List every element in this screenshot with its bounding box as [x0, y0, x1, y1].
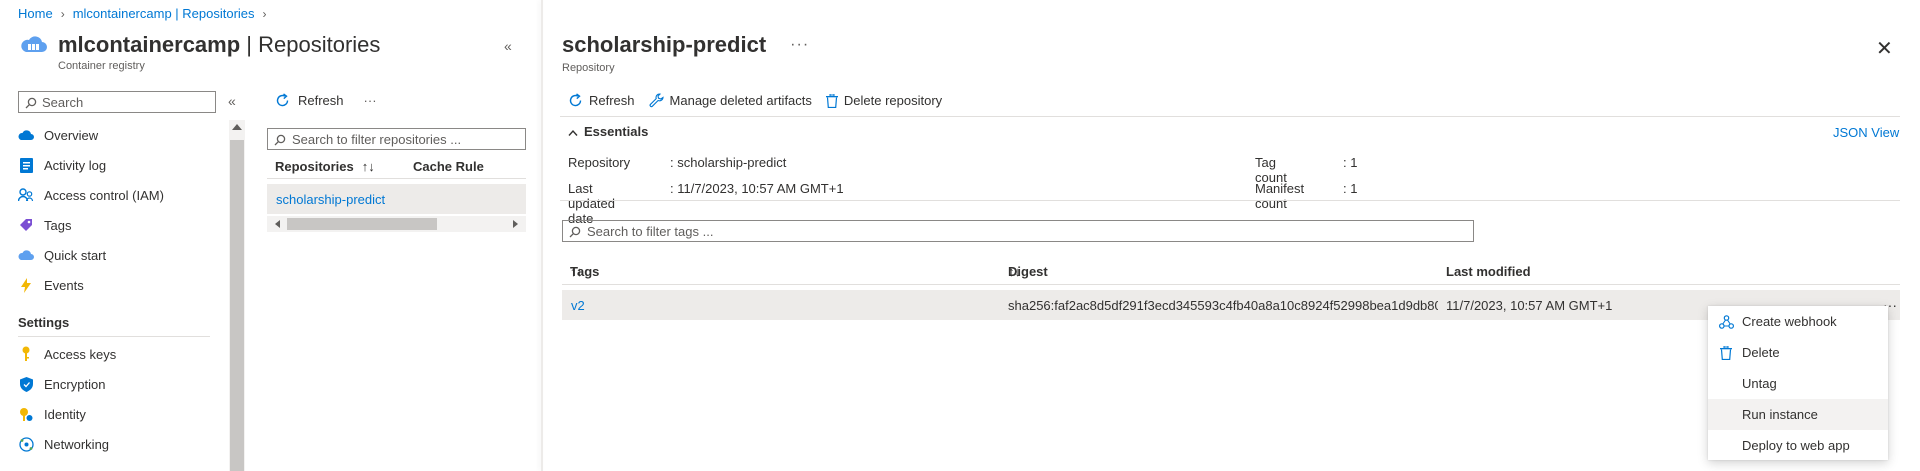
- tags-table-header: Tags ↑↓ Digest ↑↓ Last modified: [570, 264, 1531, 279]
- scrollbar-thumb[interactable]: [230, 140, 244, 471]
- collapse-blade-button[interactable]: «: [504, 38, 512, 54]
- menu-item-access-keys[interactable]: Access keys: [18, 342, 116, 366]
- table-row[interactable]: scholarship-predict: [267, 184, 526, 214]
- menu-item-overview[interactable]: Overview: [18, 123, 98, 147]
- divider: [560, 116, 1900, 117]
- repositories-table-header: Repositories ↑↓ Cache Rule: [275, 159, 484, 174]
- left-blade-header: mlcontainercamp | Repositories Container…: [18, 32, 380, 72]
- repository-subtitle: Repository: [562, 62, 615, 74]
- lightning-icon: [18, 277, 34, 293]
- menu-item-delete[interactable]: Delete: [1708, 337, 1888, 368]
- tag-context-menu: Create webhook Delete Untag Run instance…: [1708, 306, 1888, 460]
- collapse-menu-button[interactable]: «: [228, 93, 236, 109]
- page-subtitle: Container registry: [58, 60, 145, 72]
- menu-search-input[interactable]: Search: [18, 91, 216, 113]
- repository-filter-input[interactable]: Search to filter repositories ...: [267, 128, 526, 150]
- refresh-button[interactable]: Refresh: [568, 92, 635, 108]
- quickstart-icon: [18, 247, 34, 263]
- menu-search-placeholder: Search: [42, 94, 84, 110]
- divider: [562, 284, 1900, 285]
- repository-filter-placeholder: Search to filter repositories ...: [292, 131, 462, 147]
- search-icon: [25, 95, 37, 110]
- page-title: mlcontainercamp | Repositories: [58, 32, 381, 57]
- refresh-icon: [568, 92, 583, 108]
- settings-section-heading: Settings: [18, 315, 70, 330]
- menu-item-deploy-to-web-app[interactable]: Deploy to web app: [1708, 430, 1888, 461]
- trash-icon: [825, 92, 838, 108]
- network-icon: [18, 436, 34, 452]
- menu-item-events[interactable]: Events: [18, 273, 84, 297]
- menu-item-access-control[interactable]: Access control (IAM): [18, 183, 164, 207]
- horizontal-scrollbar[interactable]: [267, 216, 526, 232]
- menu-item-activity-log[interactable]: Activity log: [18, 153, 106, 177]
- last-modified-cell: 11/7/2023, 10:57 AM GMT+1: [1446, 298, 1613, 313]
- scroll-up-icon[interactable]: [232, 124, 242, 130]
- digest-cell: sha256:faf2ac8d5df291f3ecd345593c4fb40a8…: [1008, 298, 1438, 313]
- sort-icon[interactable]: ↑↓: [570, 264, 583, 279]
- essentials-toggle[interactable]: Essentials: [568, 124, 648, 139]
- delete-repository-button[interactable]: Delete repository: [825, 92, 942, 108]
- chevron-right-icon: ›: [60, 6, 65, 21]
- search-icon: [569, 224, 581, 239]
- wrench-icon: [649, 92, 664, 108]
- divider: [267, 178, 526, 179]
- menu-item-untag[interactable]: Untag: [1708, 368, 1888, 399]
- more-options-button[interactable]: ···: [790, 36, 809, 54]
- people-icon: [18, 187, 34, 203]
- menu-item-run-instance[interactable]: Run instance: [1708, 399, 1888, 430]
- tag-link[interactable]: v2: [571, 298, 585, 313]
- column-header-cache-rule[interactable]: Cache Rule: [413, 159, 484, 174]
- breadcrumb-home-link[interactable]: Home: [18, 6, 53, 21]
- key-icon: [18, 346, 34, 362]
- webhook-icon: [1718, 314, 1734, 329]
- divider: [560, 200, 1900, 201]
- scroll-left-icon[interactable]: [275, 220, 280, 228]
- shield-icon: [18, 376, 34, 392]
- chevron-right-icon: ›: [262, 6, 267, 21]
- breadcrumb: Home › mlcontainercamp | Repositories ›: [18, 6, 267, 21]
- search-icon: [274, 132, 286, 147]
- blade-divider: [541, 0, 543, 471]
- column-header-repositories[interactable]: Repositories ↑↓: [275, 159, 413, 174]
- scroll-right-icon[interactable]: [513, 220, 518, 228]
- identity-icon: [18, 406, 34, 422]
- manage-deleted-artifacts-button[interactable]: Manage deleted artifacts: [649, 92, 812, 108]
- sort-icon[interactable]: ↑↓: [362, 159, 375, 174]
- repository-blade-header: scholarship-predict ···: [562, 32, 809, 58]
- menu-item-networking[interactable]: Networking: [18, 432, 109, 456]
- container-registry-icon: [18, 32, 48, 56]
- log-icon: [18, 157, 34, 173]
- sort-icon[interactable]: ↑↓: [1008, 264, 1021, 279]
- repository-title: scholarship-predict: [562, 32, 767, 57]
- json-view-link[interactable]: JSON View: [1833, 125, 1899, 140]
- tag-filter-input[interactable]: Search to filter tags ...: [562, 220, 1474, 242]
- divider: [18, 336, 210, 337]
- cloud-icon: [18, 127, 34, 143]
- menu-item-quick-start[interactable]: Quick start: [18, 243, 106, 267]
- refresh-icon[interactable]: [275, 92, 290, 108]
- tag-filter-placeholder: Search to filter tags ...: [587, 223, 714, 239]
- tag-icon: [18, 217, 34, 233]
- repository-toolbar: Refresh Manage deleted artifacts Delete …: [568, 92, 942, 108]
- menu-item-identity[interactable]: Identity: [18, 402, 86, 426]
- column-header-last-modified[interactable]: Last modified: [1446, 264, 1531, 279]
- breadcrumb-registry-link[interactable]: mlcontainercamp | Repositories: [73, 6, 255, 21]
- chevron-up-icon: [568, 124, 578, 139]
- menu-item-tags[interactable]: Tags: [18, 213, 71, 237]
- menu-scrollbar[interactable]: [229, 120, 245, 471]
- menu-item-create-webhook[interactable]: Create webhook: [1708, 306, 1888, 337]
- repositories-toolbar: Refresh ···: [275, 92, 377, 108]
- repository-link[interactable]: scholarship-predict: [276, 192, 385, 207]
- refresh-button[interactable]: Refresh: [298, 93, 344, 108]
- trash-icon: [1718, 345, 1734, 360]
- menu-item-encryption[interactable]: Encryption: [18, 372, 105, 396]
- more-options-button[interactable]: ···: [364, 93, 377, 108]
- close-icon[interactable]: ✕: [1876, 36, 1893, 61]
- scrollbar-thumb[interactable]: [287, 218, 437, 230]
- table-row[interactable]: v2 sha256:faf2ac8d5df291f3ecd345593c4fb4…: [562, 290, 1900, 320]
